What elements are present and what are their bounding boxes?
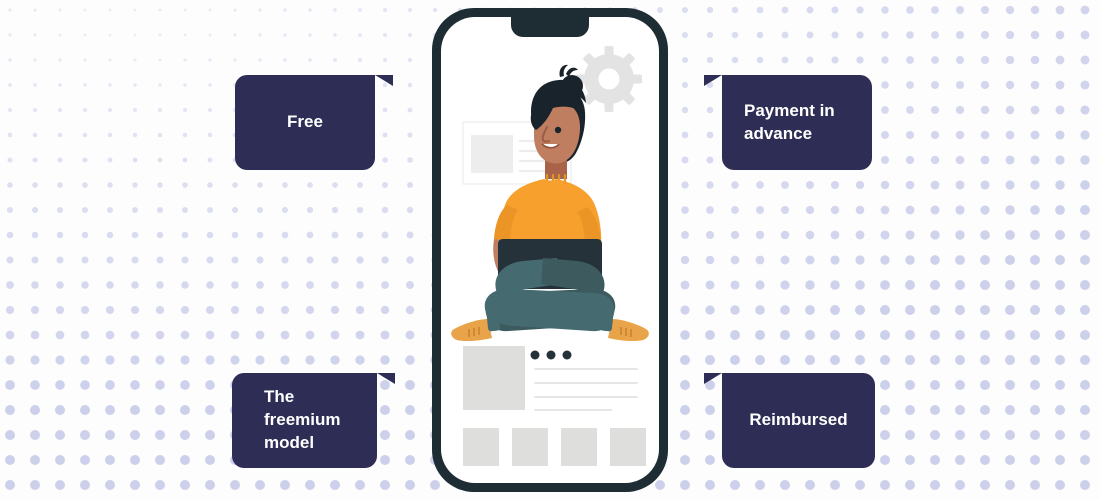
callout-free[interactable]: Free (235, 75, 393, 170)
image-placeholder (463, 346, 525, 410)
callout-the-freemium-model[interactable]: The freemium model (232, 373, 395, 468)
phone-screen (441, 17, 659, 483)
body-text-lines (534, 368, 638, 411)
three-dot-separator (530, 350, 572, 360)
phone-notch (511, 17, 589, 37)
callout-reimbursed[interactable]: Reimbursed (704, 373, 875, 468)
callout-payment-in-advance-label: Payment in advance (744, 100, 835, 143)
callout-free-label: Free (287, 112, 323, 132)
callout-reimbursed-label: Reimbursed (749, 410, 848, 430)
phone-mockup (432, 8, 668, 492)
callout-the-freemium-model-label: The freemium model (264, 387, 341, 452)
thumbnail-row (463, 428, 646, 466)
callout-payment-in-advance[interactable]: Payment in advance (704, 75, 872, 170)
person-illustration (451, 64, 649, 342)
infographic-canvas: Free Payment in advance The freemium mod… (0, 0, 1100, 500)
eye (554, 126, 562, 134)
shoe-left (451, 319, 492, 342)
crossed-legs (451, 258, 649, 342)
shoe-right (608, 319, 649, 342)
